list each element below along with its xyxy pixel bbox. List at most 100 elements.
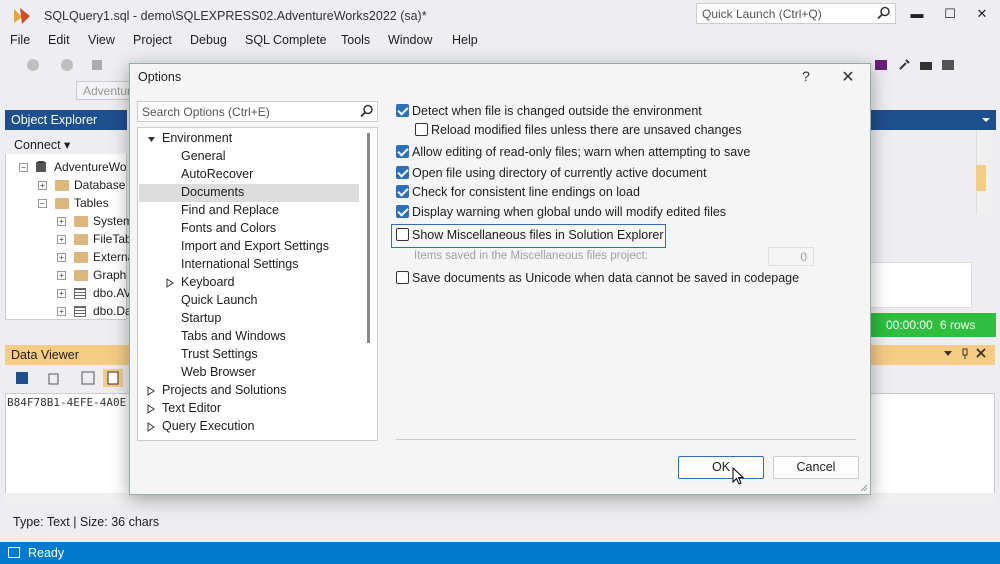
tables-node[interactable]: Tables [74,196,109,210]
folder-icon [55,180,69,191]
readonly-edit-label: Allow editing of read-only files; warn w… [412,145,751,159]
global-undo-checkbox[interactable] [396,205,409,218]
collapsed-arrow-icon[interactable] [147,404,155,414]
database-combo[interactable]: Adventure [76,81,136,100]
expand-icon[interactable]: + [38,181,47,190]
menu-edit[interactable]: Edit [48,33,70,47]
resize-grip-icon[interactable] [860,484,868,492]
expand-icon[interactable]: + [57,307,66,316]
filetables-node[interactable]: FileTab [93,232,132,246]
tree-item-international[interactable]: International Settings [181,257,298,271]
close-icon[interactable] [976,348,986,358]
results-grid[interactable] [866,262,972,308]
collapse-icon[interactable]: − [19,163,28,172]
expand-icon[interactable]: + [57,217,66,226]
expand-icon[interactable]: + [57,235,66,244]
reload-files-checkbox[interactable] [415,123,428,136]
readonly-edit-checkbox[interactable] [396,145,409,158]
menu-debug[interactable]: Debug [190,33,227,47]
ssms-logo-icon [14,8,30,24]
minimize-button[interactable]: ▬ [905,5,929,23]
tree-item-query-execution[interactable]: Query Execution [162,419,254,433]
connect-button[interactable]: Connect ▾ [14,137,70,152]
tree-item-trust-settings[interactable]: Trust Settings [181,347,258,361]
dialog-title: Options [138,70,182,84]
briefcase-icon[interactable] [919,58,933,72]
tree-item-projects-solutions[interactable]: Projects and Solutions [162,383,286,397]
folder-icon [74,216,88,227]
menu-window[interactable]: Window [388,33,432,47]
tree-item-documents[interactable]: Documents [139,184,359,202]
tree-item-keyboard[interactable]: Keyboard [181,275,235,289]
tree-item-general[interactable]: General [181,149,225,163]
folder-icon [55,198,69,209]
expand-icon[interactable]: + [57,253,66,262]
pin-icon[interactable] [960,348,970,360]
menu-tools[interactable]: Tools [341,33,370,47]
save-icon[interactable] [15,371,29,385]
misc-files-checkbox[interactable] [396,228,409,241]
unicode-save-checkbox[interactable] [396,271,409,284]
collapsed-arrow-icon[interactable] [166,278,174,288]
server-node[interactable]: AdventureWo [54,160,127,174]
dialog-close-button[interactable]: ✕ [838,67,858,87]
items-saved-input: 0 [768,247,814,266]
expand-icon[interactable]: + [57,289,66,298]
tree-scrollbar[interactable] [367,133,370,343]
options-search-input[interactable]: Search Options (Ctrl+E) [137,101,378,122]
collapsed-arrow-icon[interactable] [147,386,155,396]
tree-item-import-export[interactable]: Import and Export Settings [181,239,329,253]
chevron-down-icon[interactable] [980,115,992,125]
open-directory-checkbox[interactable] [396,166,409,179]
databases-node[interactable]: Database D [74,178,137,192]
binary-view-icon[interactable] [81,371,95,385]
status-bar [0,542,1000,564]
help-button[interactable]: ? [798,68,814,84]
status-icon [8,547,20,558]
folder-icon [74,252,88,263]
collapse-icon[interactable]: − [38,199,47,208]
forward-icon[interactable] [60,58,74,72]
detect-changes-checkbox[interactable] [396,104,409,117]
maximize-button[interactable]: ☐ [938,5,962,23]
quick-launch-input[interactable]: Quick Launch (Ctrl+Q) [696,3,896,24]
menu-file[interactable]: File [10,33,30,47]
text-view-icon[interactable] [103,369,123,387]
wrench-icon[interactable] [897,58,911,72]
properties-icon[interactable] [941,58,955,72]
new-project-icon[interactable] [90,58,104,72]
system-tables-node[interactable]: System [93,214,133,228]
cancel-button[interactable]: Cancel [773,456,859,479]
tree-item-environment[interactable]: Environment [162,131,232,145]
graph-tables-node[interactable]: Graph [93,268,126,282]
menu-view[interactable]: View [88,33,115,47]
line-endings-label: Check for consistent line endings on loa… [412,185,640,199]
menu-project[interactable]: Project [133,33,172,47]
tree-item-quick-launch[interactable]: Quick Launch [181,293,257,307]
tree-item-fonts-colors[interactable]: Fonts and Colors [181,221,276,235]
data-viewer-status: Type: Text | Size: 36 chars [13,515,160,529]
expand-icon[interactable]: + [57,271,66,280]
line-endings-checkbox[interactable] [396,185,409,198]
expanded-arrow-icon[interactable] [147,135,156,144]
tree-item-web-browser[interactable]: Web Browser [181,365,256,379]
tree-item-autorecover[interactable]: AutoRecover [181,167,253,181]
editor-tab-bar [866,110,996,130]
tree-item-tabs-windows[interactable]: Tabs and Windows [181,329,286,343]
tree-item-find-replace[interactable]: Find and Replace [181,203,279,217]
close-window-button[interactable]: ✕ [970,5,994,23]
collapsed-arrow-icon[interactable] [147,422,155,432]
dropdown-icon[interactable] [943,350,953,358]
copy-icon[interactable] [48,371,62,385]
tree-item-text-editor[interactable]: Text Editor [162,401,221,415]
table-node[interactable]: dbo.AV [93,286,131,300]
table-node[interactable]: dbo.Da [93,304,132,318]
back-icon[interactable] [26,58,40,72]
toolbox-icon[interactable] [874,58,888,72]
folder-icon [74,234,88,245]
menu-help[interactable]: Help [452,33,478,47]
ok-button[interactable]: OK [678,456,764,479]
tree-item-startup[interactable]: Startup [181,311,221,325]
data-viewer-value: B84F78B1-4EFE-4A0E [7,396,127,409]
menu-sql-complete[interactable]: SQL Complete [245,33,327,47]
